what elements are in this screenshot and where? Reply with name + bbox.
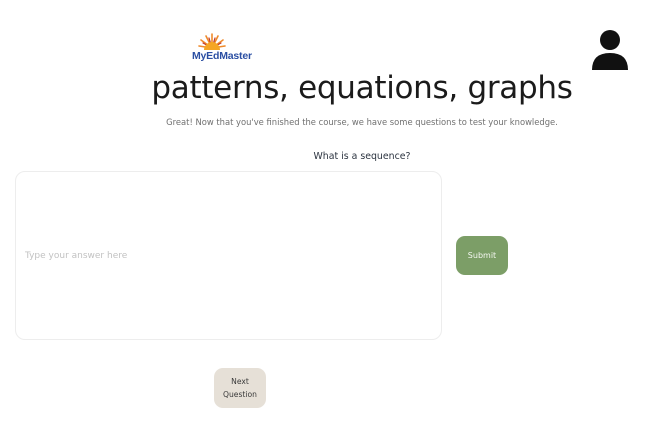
logo-text: MyEdMaster: [192, 50, 252, 62]
submit-button[interactable]: Submit: [456, 236, 508, 275]
sunburst-icon: [198, 33, 226, 50]
brand-logo: MyEdMaster: [192, 32, 264, 64]
page-title: patterns, equations, graphs: [151, 70, 573, 106]
answer-input[interactable]: [15, 171, 442, 340]
next-question-button[interactable]: Next Question: [214, 368, 266, 408]
page-subtitle: Great! Now that you've finished the cour…: [166, 117, 558, 127]
question-text: What is a sequence?: [313, 151, 411, 162]
